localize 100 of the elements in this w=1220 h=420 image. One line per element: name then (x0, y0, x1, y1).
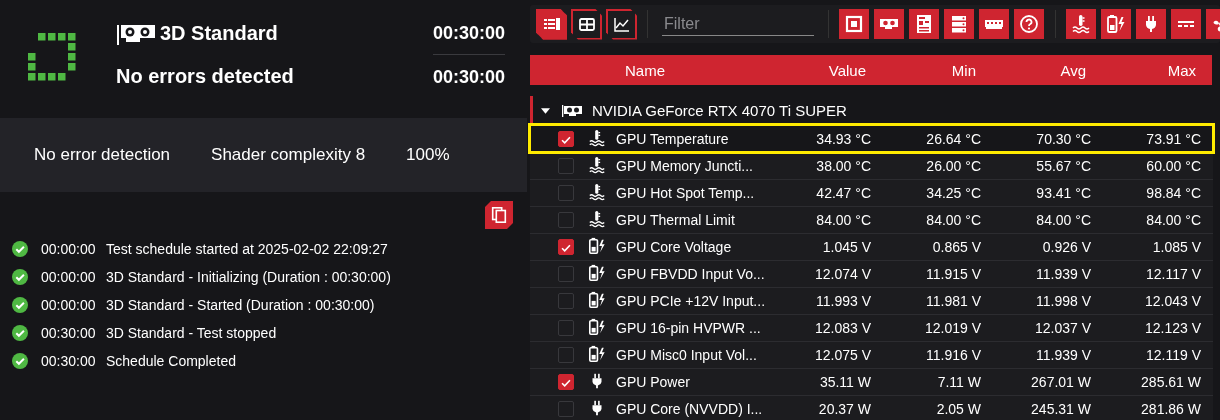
battery-icon (588, 264, 606, 282)
cpu-icon (844, 14, 864, 34)
battery-button[interactable] (1101, 9, 1131, 39)
table-cell-text: 26.64 °C (925, 131, 981, 147)
log-message: 3D Standard - Test stopped (106, 325, 277, 341)
check-circle-icon (12, 297, 28, 313)
table-row[interactable]: GPU Misc0 Input Vol... 12.075 V 11.916 V 11.939 V 12.119 V (530, 341, 1213, 368)
log-time: 00:00:00 (41, 297, 97, 313)
column-header[interactable]: Name (530, 61, 760, 79)
checkbox[interactable] (558, 158, 574, 174)
table-icon (576, 15, 597, 33)
table-cell-text: 84.00 °C (1035, 212, 1091, 228)
cpu-button[interactable] (839, 9, 869, 39)
table-cell-text: 12.119 V (1145, 347, 1201, 363)
table-row[interactable]: GPU 16-pin HVPWR ... 12.083 V 12.019 V 12.037 V 12.123 V (530, 314, 1213, 341)
checkbox[interactable] (558, 185, 574, 201)
table-cell-text: 12.083 V (813, 320, 871, 336)
table-cell-text: 0.865 V (931, 239, 981, 255)
column-header[interactable]: Avg (976, 61, 1086, 79)
table-row[interactable]: GPU PCIe +12V Input... 11.993 V 11.981 V 11.998 V 12.043 V (530, 287, 1213, 314)
checkbox[interactable] (558, 293, 574, 309)
copy-icon (490, 206, 508, 224)
table-cell-text: 84.00 °C (815, 212, 871, 228)
table-cell-text: 281.86 W (1140, 401, 1201, 417)
log-message: 3D Standard - Started (Duration : 00:30:00) (106, 297, 375, 313)
checkbox[interactable] (558, 131, 574, 147)
graphics-card-button[interactable] (874, 9, 904, 39)
table-cell-text: 12.037 V (1033, 320, 1091, 336)
checkbox[interactable] (558, 212, 574, 228)
table-cell-text: 98.84 °C (1145, 185, 1201, 201)
checkbox[interactable] (558, 320, 574, 336)
table-cell-text: 70.30 °C (1035, 131, 1091, 147)
table-cell-text: 73.91 °C (1145, 131, 1201, 147)
table-cell-text: 12.019 V (923, 320, 981, 336)
table-row[interactable]: GPU Thermal Limit 84.00 °C 84.00 °C 84.00 °C 84.00 °C (530, 206, 1213, 233)
check-circle-icon (12, 353, 28, 369)
shader-complexity-setting: Shader complexity 8 (211, 145, 366, 165)
device-name: NVIDIA GeForce RTX 4070 Ti SUPER (592, 102, 847, 119)
battery-icon (588, 345, 606, 363)
table-cell-text: 93.41 °C (1035, 185, 1091, 201)
table-cell-text: 1.045 V (821, 239, 871, 255)
copy-button[interactable] (485, 201, 513, 229)
table-cell-text: 11.915 V (925, 266, 981, 282)
plug-button[interactable] (1136, 9, 1166, 39)
check-circle-icon (12, 241, 28, 257)
table-row[interactable]: GPU Memory Juncti... 38.00 °C 26.00 °C 55.67 °C 60.00 °C (530, 152, 1213, 179)
filter-field[interactable]: Filter (662, 12, 814, 36)
checkbox[interactable] (558, 266, 574, 282)
dc-current-button[interactable] (1171, 9, 1201, 39)
table-cell-text: 12.117 V (1145, 266, 1201, 282)
table-cell-text: 11.981 V (925, 293, 981, 309)
view-button[interactable] (536, 8, 567, 40)
thermometer-icon (588, 183, 606, 201)
sensor-name: GPU 16-pin HVPWR ... (616, 320, 761, 336)
motherboard-icon (914, 14, 934, 34)
table-row[interactable]: GPU Power 35.11 W 7.11 W 267.01 W 285.61 W (530, 368, 1213, 395)
battery-icon (588, 237, 606, 255)
column-header[interactable]: Max (1086, 61, 1196, 79)
sensor-name: GPU Misc0 Input Vol... (616, 347, 758, 363)
view-button[interactable] (571, 8, 602, 40)
view-button[interactable] (606, 8, 637, 40)
table-cell-text: 7.11 W (936, 374, 981, 390)
checkbox[interactable] (558, 347, 574, 363)
thermometer-icon (588, 129, 606, 147)
help-button[interactable] (1014, 9, 1044, 39)
checkbox[interactable] (558, 374, 574, 390)
table-cell-text: 11.916 V (925, 347, 981, 363)
check-circle-icon (12, 325, 28, 341)
table-row[interactable]: GPU Core (NVVDD) I... 20.37 W 2.05 W 245.31 W 281.86 W (530, 395, 1213, 420)
test-status: No errors detected (116, 65, 295, 88)
thermometer-icon (588, 210, 606, 228)
table-cell-text: 12.043 V (1143, 293, 1201, 309)
sensor-name: GPU Core Voltage (616, 239, 733, 255)
highlighted-row[interactable]: GPU Temperature 34.93 °C 26.64 °C 70.30 °C 73.91 °C (530, 125, 1213, 152)
sensor-name: GPU Thermal Limit (616, 212, 736, 228)
error-detection-setting: No error detection (34, 145, 171, 165)
table-row[interactable]: GPU FBVDD Input Vo... 12.074 V 11.915 V 11.939 V 12.117 V (530, 260, 1213, 287)
graphics-card-icon (562, 104, 582, 117)
table-cell-text: 34.93 °C (815, 131, 871, 147)
table-cell-text: 245.31 W (1030, 401, 1091, 417)
table-cell-text: 12.075 V (813, 347, 871, 363)
log-time: 00:30:00 (41, 325, 97, 341)
memory-button[interactable] (979, 9, 1009, 39)
table-row[interactable]: GPU Core Voltage 1.045 V 0.865 V 0.926 V 1.085 V (530, 233, 1213, 260)
table-row[interactable]: GPU Hot Spot Temp... 42.47 °C 34.25 °C 93.41 °C 98.84 °C (530, 179, 1213, 206)
column-header[interactable]: Min (866, 61, 976, 79)
total-time: 00:30:00 (432, 66, 505, 88)
log-message: 3D Standard - Initializing (Duration : 00:30:00) (106, 269, 391, 285)
table-cell-text: 11.998 V (1035, 293, 1091, 309)
checkbox[interactable] (558, 239, 574, 255)
table-cell-text: 42.47 °C (815, 185, 871, 201)
log-time: 00:30:00 (41, 353, 97, 369)
load-percentage: 100% (406, 145, 450, 165)
checkbox[interactable] (558, 401, 574, 417)
column-header[interactable]: Value (760, 61, 866, 79)
battery-icon (1106, 14, 1126, 34)
thermometer-button[interactable] (1066, 9, 1096, 39)
thermometer-icon (1071, 14, 1091, 34)
storage-button[interactable] (944, 9, 974, 39)
motherboard-button[interactable] (909, 9, 939, 39)
